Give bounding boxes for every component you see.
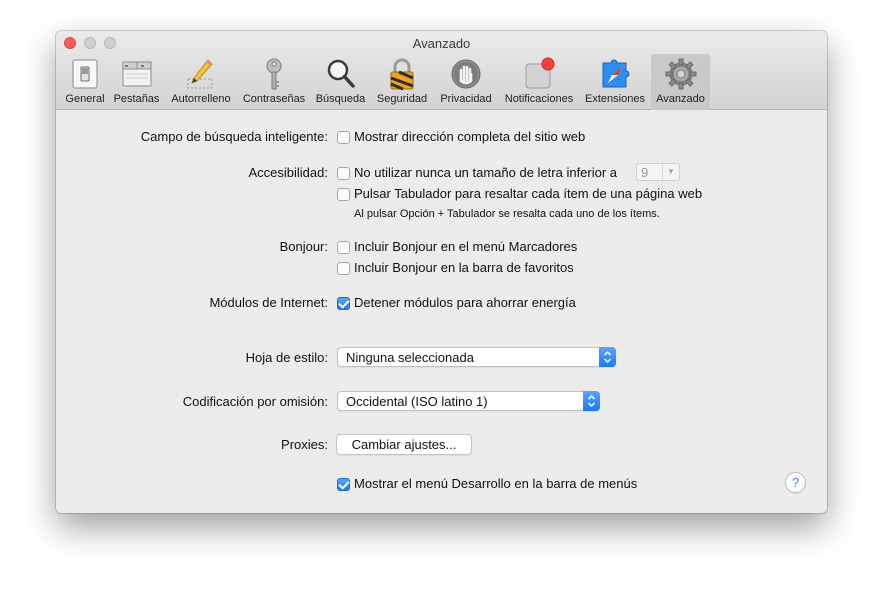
chevron-down-icon: ▼ (662, 164, 679, 180)
tabs-icon (122, 61, 151, 87)
tab-passwords[interactable]: Contraseñas (239, 54, 309, 110)
min-font-size-checkbox[interactable] (337, 167, 350, 180)
encoding-value: Occidental (ISO latino 1) (346, 394, 488, 409)
show-full-address-checkbox[interactable] (337, 131, 350, 144)
font-size-value: 9 (641, 165, 649, 180)
tab-search[interactable]: Búsqueda (312, 54, 369, 110)
tab-highlight-checkbox[interactable] (337, 188, 350, 201)
stylesheet-popup[interactable]: Ninguna seleccionada (337, 347, 616, 367)
tab-passwords-label: Contraseñas (242, 93, 306, 105)
padlock-icon (390, 58, 414, 91)
tab-tabs-label: Pestañas (113, 93, 160, 105)
tab-extensions-label: Extensiones (585, 93, 645, 105)
encoding-popup[interactable]: Occidental (ISO latino 1) (337, 391, 600, 411)
tab-advanced[interactable]: Avanzado (651, 54, 710, 110)
window-title: Avanzado (412, 36, 471, 51)
develop-menu-option[interactable]: Mostrar el menú Desarrollo en la barra d… (354, 476, 637, 491)
tab-privacy-label: Privacidad (440, 93, 492, 105)
show-full-address-option[interactable]: Mostrar dirección completa del sitio web (354, 129, 585, 144)
help-button[interactable]: ? (785, 472, 806, 493)
key-icon (266, 58, 282, 90)
pencil-icon (187, 59, 213, 89)
bonjour-favorites-option[interactable]: Incluir Bonjour en la barra de favoritos (354, 260, 574, 275)
proxies-label: Proxies: (281, 437, 328, 452)
tab-advanced-label: Avanzado (656, 93, 705, 105)
min-font-size-option[interactable]: No utilizar nunca un tamaño de letra inf… (354, 165, 617, 180)
tab-notifications-label: Notificaciones (504, 93, 574, 105)
preferences-window: Avanzado General Pestañas Autorrelleno C… (56, 31, 827, 513)
hand-icon (451, 59, 481, 89)
develop-menu-checkbox[interactable] (337, 478, 350, 491)
titlebar: Avanzado General Pestañas Autorrelleno C… (56, 31, 827, 110)
tab-notifications[interactable]: Notificaciones (499, 54, 579, 110)
tab-general[interactable]: General (62, 54, 108, 110)
stylesheet-label: Hoja de estilo: (245, 350, 328, 365)
tab-tabs[interactable]: Pestañas (110, 54, 163, 110)
tab-general-label: General (65, 93, 105, 105)
tab-autofill-label: Autorrelleno (171, 93, 231, 105)
stop-plugins-option[interactable]: Detener módulos para ahorrar energía (354, 295, 576, 310)
bonjour-label: Bonjour: (279, 239, 328, 254)
bonjour-bookmarks-checkbox[interactable] (337, 241, 350, 254)
tab-extensions[interactable]: Extensiones (581, 54, 649, 110)
plugins-label: Módulos de Internet: (209, 295, 328, 310)
change-settings-button[interactable]: Cambiar ajustes... (336, 434, 472, 455)
tab-highlight-option[interactable]: Pulsar Tabulador para resaltar cada ítem… (354, 186, 702, 201)
stylesheet-value: Ninguna seleccionada (346, 350, 474, 365)
updown-arrows-icon (599, 347, 616, 367)
updown-arrows-icon (583, 391, 600, 411)
general-switch-icon (72, 59, 98, 89)
tab-security[interactable]: Seguridad (372, 54, 432, 110)
compass-puzzle-icon (602, 59, 630, 88)
accessibility-label: Accesibilidad: (248, 165, 329, 180)
option-tab-note: Al pulsar Opción + Tabulador se resalta … (354, 208, 660, 220)
bonjour-bookmarks-option[interactable]: Incluir Bonjour en el menú Marcadores (354, 239, 577, 254)
tab-security-label: Seguridad (376, 93, 428, 105)
tab-search-label: Búsqueda (315, 93, 366, 105)
gear-icon (665, 58, 696, 90)
magnifier-icon (327, 59, 355, 88)
smart-search-label: Campo de búsqueda inteligente: (140, 129, 328, 144)
notification-badge-icon (525, 57, 555, 89)
encoding-label: Codificación por omisión: (182, 394, 328, 409)
advanced-settings-panel: Campo de búsqueda inteligente: Mostrar d… (56, 111, 827, 513)
font-size-select[interactable]: 9 ▼ (636, 163, 680, 181)
tab-privacy[interactable]: Privacidad (435, 54, 497, 110)
stop-plugins-checkbox[interactable] (337, 297, 350, 310)
bonjour-favorites-checkbox[interactable] (337, 262, 350, 275)
tab-autofill[interactable]: Autorrelleno (166, 54, 236, 110)
